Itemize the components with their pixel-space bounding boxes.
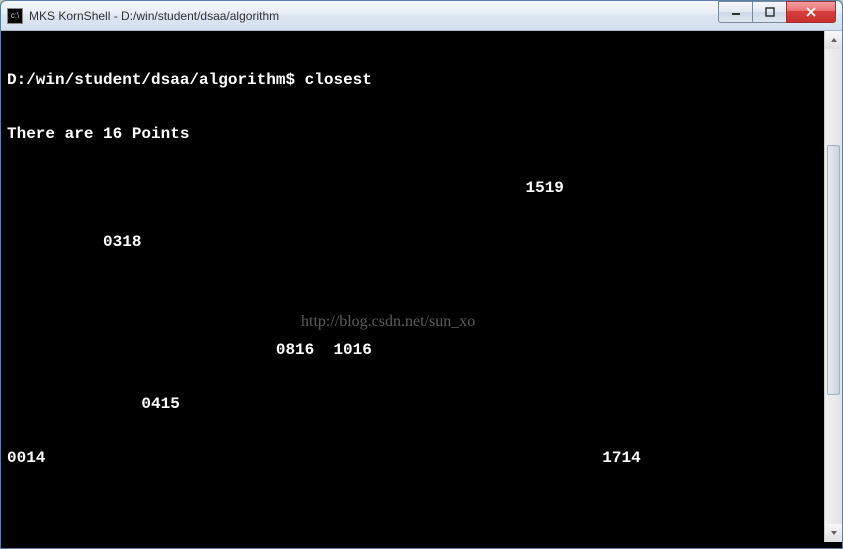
terminal-output[interactable]: D:/win/student/dsaa/algorithm$ closest T…	[7, 31, 836, 542]
point-line: 0816 1016	[7, 341, 836, 359]
maximize-icon	[765, 7, 775, 17]
prompt-path: D:/win/student/dsaa/algorithm$	[7, 71, 305, 89]
header-line: There are 16 Points	[7, 125, 836, 143]
minimize-button[interactable]	[718, 1, 752, 23]
point-line: 1519	[7, 179, 836, 197]
point-line	[7, 287, 836, 305]
watermark-text: http://blog.csdn.net/sun_xo	[301, 313, 475, 331]
chevron-up-icon	[830, 37, 838, 43]
minimize-icon	[731, 7, 741, 17]
close-icon	[805, 7, 817, 17]
point-line: 0415	[7, 395, 836, 413]
app-icon-label: c:\	[11, 11, 19, 20]
titlebar[interactable]: c:\ MKS KornShell - D:/win/student/dsaa/…	[1, 1, 842, 31]
window-title: MKS KornShell - D:/win/student/dsaa/algo…	[29, 9, 718, 23]
app-icon: c:\	[7, 8, 23, 24]
window-controls	[718, 1, 836, 23]
prompt-line-1: D:/win/student/dsaa/algorithm$ closest	[7, 71, 836, 89]
vertical-scrollbar[interactable]	[824, 31, 842, 542]
terminal-window: c:\ MKS KornShell - D:/win/student/dsaa/…	[0, 0, 843, 549]
command-text: closest	[305, 71, 372, 89]
close-button[interactable]	[786, 1, 836, 23]
maximize-button[interactable]	[752, 1, 786, 23]
scroll-down-button[interactable]	[825, 524, 842, 542]
scroll-track[interactable]	[825, 49, 842, 524]
chevron-down-icon	[830, 530, 838, 536]
point-line	[7, 503, 836, 521]
scroll-up-button[interactable]	[825, 31, 842, 49]
scroll-thumb[interactable]	[827, 145, 840, 395]
point-line: 0014 1714	[7, 449, 836, 467]
point-line: 0318	[7, 233, 836, 251]
